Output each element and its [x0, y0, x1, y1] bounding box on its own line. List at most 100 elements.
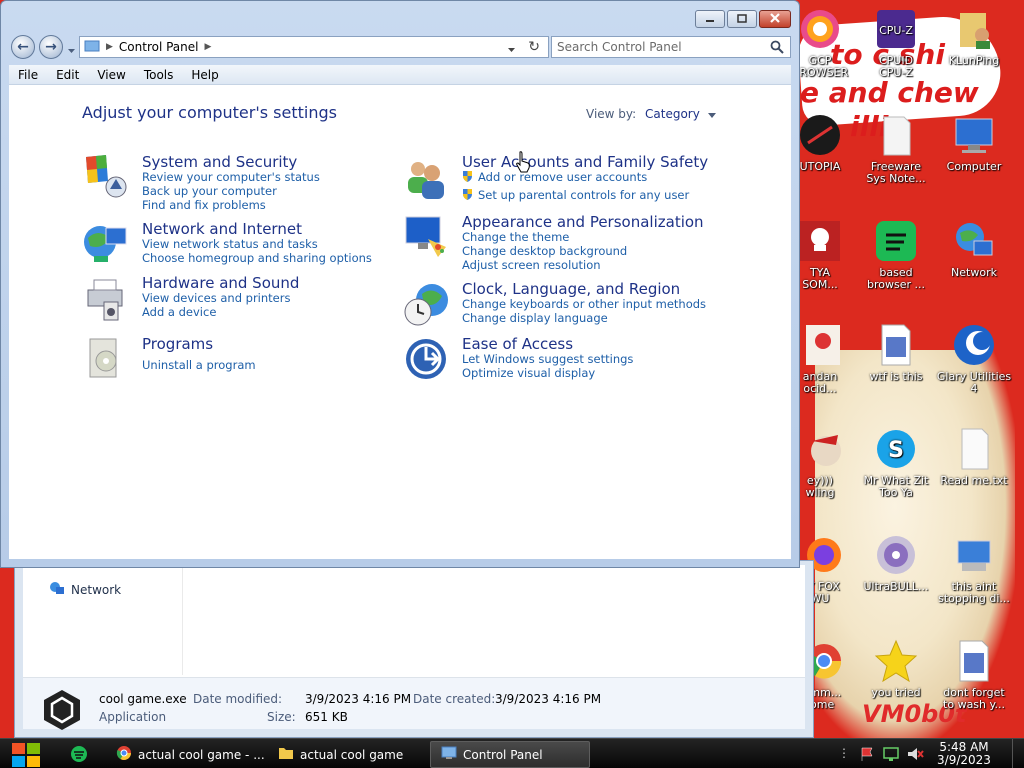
link-display-language[interactable]: Change display language: [462, 311, 608, 325]
ease-access-icon: [402, 335, 450, 383]
search-input[interactable]: Search Control Panel: [557, 40, 682, 54]
minimize-button[interactable]: [695, 10, 725, 28]
category-title[interactable]: User Accounts and Family Safety: [462, 153, 708, 171]
category-title[interactable]: Clock, Language, and Region: [462, 280, 680, 298]
background-explorer-window[interactable]: Network cool game.exe Application Date m…: [14, 560, 814, 738]
menu-help[interactable]: Help: [182, 68, 227, 82]
link-uninstall[interactable]: Uninstall a program: [142, 358, 256, 372]
category-user-accounts: User Accounts and Family Safety Add or r…: [402, 153, 742, 203]
address-dropdown-icon[interactable]: [507, 42, 516, 56]
desktop-icon-ultrabull[interactable]: UltraBULL...: [858, 532, 934, 593]
link-desktop-background[interactable]: Change desktop background: [462, 244, 627, 258]
taskbar-chrome[interactable]: actual cool game - ...: [106, 741, 264, 768]
link-devices-printers[interactable]: View devices and printers: [142, 291, 290, 305]
category-network-internet: Network and Internet View network status…: [82, 220, 382, 270]
menu-edit[interactable]: Edit: [47, 68, 88, 82]
category-title[interactable]: Ease of Access: [462, 335, 573, 353]
date-created-value: 3/9/2023 4:16 PM: [495, 692, 602, 706]
taskbar-explorer[interactable]: actual cool game: [268, 741, 426, 768]
action-center-icon[interactable]: [860, 746, 876, 765]
link-windows-suggest[interactable]: Let Windows suggest settings: [462, 352, 633, 366]
category-title[interactable]: Appearance and Personalization: [462, 213, 704, 231]
spotify-icon: [873, 218, 919, 264]
mouse-cursor-icon: [515, 151, 531, 176]
search-box[interactable]: Search Control Panel: [551, 36, 791, 58]
menu-file[interactable]: File: [9, 68, 47, 82]
skull-icon: [797, 218, 843, 264]
menu-tools[interactable]: Tools: [135, 68, 183, 82]
desktop-icon-computer[interactable]: Computer: [936, 112, 1012, 173]
chevron-up-icon: ⋮: [838, 746, 850, 760]
search-icon[interactable]: [770, 40, 784, 57]
desktop-icon-readme[interactable]: Read me.txt: [936, 426, 1012, 487]
category-clock-language: Clock, Language, and Region Change keybo…: [402, 280, 742, 330]
taskbar-control-panel[interactable]: Control Panel: [430, 741, 590, 768]
navigation-bar: ← → ▶ Control Panel ▶ ↻ Search Control P…: [9, 34, 791, 60]
link-homegroup[interactable]: Choose homegroup and sharing options: [142, 251, 372, 265]
desktop-icon-installer[interactable]: this aint stopping di...: [936, 532, 1012, 605]
desktop-icon-you-tried[interactable]: you tried: [858, 638, 934, 699]
link-screen-resolution[interactable]: Adjust screen resolution: [462, 258, 601, 272]
desktop-icon-glary[interactable]: Glary Utilities 4: [936, 322, 1012, 395]
monitor-palette-icon: [402, 213, 450, 261]
view-by-label: View by:: [586, 107, 637, 121]
spotify-taskbar-button[interactable]: [70, 745, 88, 766]
breadcrumb-control-panel[interactable]: Control Panel: [119, 40, 199, 54]
arrow-left-icon: ←: [17, 39, 29, 55]
link-review-status[interactable]: Review your computer's status: [142, 170, 320, 184]
disc-icon: [873, 532, 919, 578]
link-backup[interactable]: Back up your computer: [142, 184, 277, 198]
refresh-icon[interactable]: ↻: [528, 39, 540, 55]
start-button[interactable]: [10, 740, 42, 768]
desktop-icon-skype[interactable]: S Mr What Zit Too Ya: [858, 426, 934, 499]
nav-item-network[interactable]: Network: [49, 581, 121, 598]
menu-view[interactable]: View: [88, 68, 134, 82]
breadcrumb-chevron-icon[interactable]: ▶: [205, 42, 212, 52]
size-value: 651 KB: [305, 710, 348, 724]
unity-icon: [41, 688, 83, 730]
back-button[interactable]: ←: [11, 35, 35, 59]
maximize-button[interactable]: [727, 10, 757, 28]
folder-user-icon: [951, 6, 997, 52]
show-desktop-button[interactable]: [1012, 739, 1024, 768]
show-hidden-icons[interactable]: ⋮: [838, 746, 850, 760]
svg-text:CPU-Z: CPU-Z: [879, 24, 913, 37]
volume-muted-icon[interactable]: [906, 746, 924, 765]
chrome-icon: [116, 745, 132, 764]
control-panel-window[interactable]: ← → ▶ Control Panel ▶ ↻ Search Control P…: [0, 0, 800, 568]
link-parental-controls[interactable]: Set up parental controls for any user: [462, 188, 689, 202]
network-tray-icon[interactable]: [882, 746, 900, 765]
link-add-device[interactable]: Add a device: [142, 305, 216, 319]
close-button[interactable]: [759, 10, 791, 28]
link-keyboards[interactable]: Change keyboards or other input methods: [462, 297, 706, 311]
link-add-remove-users[interactable]: Add or remove user accounts: [462, 170, 647, 184]
santa-icon: [797, 426, 843, 472]
category-title[interactable]: System and Security: [142, 153, 297, 171]
chevron-down-icon: [67, 43, 76, 57]
desktop-icon-wtf[interactable]: wtf is this: [858, 322, 934, 383]
link-network-status[interactable]: View network status and tasks: [142, 237, 318, 251]
link-optimize-display[interactable]: Optimize visual display: [462, 366, 595, 380]
file-type: Application: [99, 710, 167, 724]
recent-pages-dropdown[interactable]: [67, 43, 76, 57]
desktop-icon-klunping[interactable]: KLunPing: [936, 6, 1012, 67]
category-appearance: Appearance and Personalization Change th…: [402, 213, 742, 272]
view-by-dropdown[interactable]: Category: [645, 107, 716, 121]
forward-button[interactable]: →: [39, 35, 63, 59]
category-title[interactable]: Programs: [142, 335, 213, 353]
system-clock[interactable]: 5:48 AM 3/9/2023: [934, 741, 994, 767]
category-title[interactable]: Network and Internet: [142, 220, 302, 238]
skype-icon: S: [873, 426, 919, 472]
desktop-icon-freeware[interactable]: Freeware Sys Note...: [858, 112, 934, 185]
desktop-icon-dont-forget[interactable]: dont forget to wash y...: [936, 638, 1012, 711]
desktop-icon-network[interactable]: Network: [936, 218, 1012, 279]
link-find-fix[interactable]: Find and fix problems: [142, 198, 266, 212]
desktop-icon-based-browser[interactable]: based browser ...: [858, 218, 934, 291]
category-hardware-sound: Hardware and Sound View devices and prin…: [82, 274, 382, 324]
desktop-icon-cpuz[interactable]: CPU-Z CPUID CPU-Z: [858, 6, 934, 79]
category-title[interactable]: Hardware and Sound: [142, 274, 299, 292]
installer-icon: [951, 532, 997, 578]
category-ease-of-access: Ease of Access Let Windows suggest setti…: [402, 335, 742, 385]
link-change-theme[interactable]: Change the theme: [462, 230, 569, 244]
address-bar[interactable]: ▶ Control Panel ▶ ↻: [79, 36, 549, 58]
